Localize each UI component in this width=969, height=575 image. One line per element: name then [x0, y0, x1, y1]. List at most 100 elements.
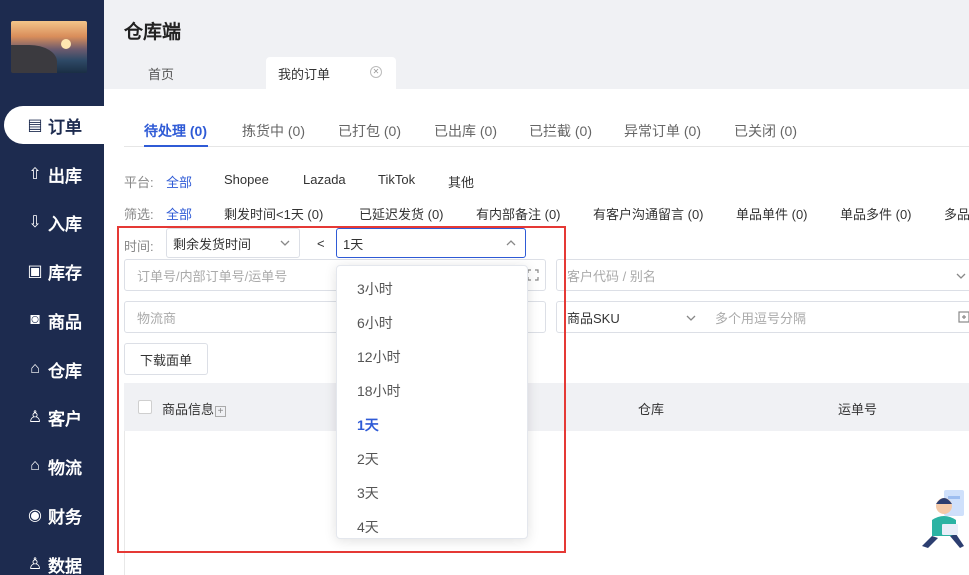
- tab-packed[interactable]: 已打包 (0): [338, 121, 401, 141]
- col-warehouse: 仓库: [638, 402, 665, 417]
- col-tracking-number: 运单号: [838, 402, 878, 417]
- dropdown-option-6h[interactable]: 6小时: [337, 306, 527, 340]
- operator-less-than: <: [317, 236, 325, 251]
- bag-icon: ◙: [30, 311, 40, 328]
- screen-internal-note[interactable]: 有内部备注 (0): [476, 204, 561, 222]
- sidebar-item-label: 出库: [48, 166, 82, 186]
- platform-filter: 平台: 全部 Shopee Lazada TikTok 其他: [124, 170, 969, 190]
- platform-other[interactable]: 其他: [448, 172, 474, 191]
- time-label: 时间:: [124, 239, 154, 254]
- col-product-info: 商品信息 +: [162, 399, 227, 418]
- dropdown-option-1d[interactable]: 1天: [337, 408, 527, 442]
- screen-customer-message[interactable]: 有客户沟通留言 (0): [593, 204, 704, 222]
- dropdown-option-12h[interactable]: 12小时: [337, 340, 527, 374]
- time-type-value: 剩余发货时间: [173, 236, 252, 252]
- platform-shopee[interactable]: Shopee: [224, 172, 269, 187]
- inventory-icon: ▣: [27, 263, 43, 280]
- sidebar-item-9[interactable]: ♙ 数据: [0, 545, 104, 575]
- sidebar-item-label: 物流: [48, 458, 82, 478]
- tab-my-orders-label: 我的订单: [278, 66, 331, 82]
- screen-multi-item[interactable]: 多品: [944, 204, 969, 222]
- sku-input[interactable]: 多个用逗号分隔: [705, 301, 969, 333]
- time-value-dropdown: 3小时 6小时 12小时 18小时 1天 2天 3天 4天: [336, 265, 528, 539]
- sidebar-item-label: 商品: [48, 312, 82, 332]
- sidebar: ▤ 订单 ⇧ 出库 ⇩ 入库 ▣ 库存 ◙ 商品 ⌂ 仓库 ♙ 客户 ⌂ 物流 ◉ 财务 ♙ 数据: [0, 0, 108, 575]
- sidebar-item-label: 财务: [48, 507, 82, 527]
- tab-exception[interactable]: 异常订单 (0): [624, 121, 701, 141]
- platform-lazada[interactable]: Lazada: [303, 172, 346, 187]
- header: 仓库端 首页 我的订单 ✕: [104, 0, 969, 89]
- platform-tiktok[interactable]: TikTok: [378, 172, 415, 187]
- expand-icon[interactable]: [958, 311, 969, 323]
- chevron-up-icon: [506, 240, 516, 246]
- sidebar-item-0[interactable]: ▤ 订单: [4, 106, 108, 144]
- table-header: 商品信息 + 仓库 运单号: [124, 383, 969, 431]
- customer-select[interactable]: 客户代码 / 别名: [556, 259, 969, 291]
- download-label-button[interactable]: 下载面单: [124, 343, 208, 375]
- screen-single-item-single[interactable]: 单品单件 (0): [736, 204, 808, 222]
- screen-all[interactable]: 全部: [166, 204, 192, 222]
- select-all-checkbox[interactable]: [138, 400, 152, 414]
- user-icon: ♙: [27, 409, 43, 426]
- dropdown-option-3d[interactable]: 3天: [337, 476, 527, 510]
- empty-state-illustration: [922, 490, 964, 548]
- time-value: 1天: [343, 236, 364, 252]
- logistics-icon: ⌂: [30, 457, 40, 474]
- expand-plus-icon[interactable]: +: [215, 406, 227, 417]
- chevron-down-icon: [686, 315, 696, 321]
- clipboard-icon: ▤: [27, 117, 43, 134]
- sku-placeholder: 多个用逗号分隔: [715, 310, 807, 326]
- sidebar-item-5[interactable]: ⌂ 仓库: [0, 350, 104, 388]
- sidebar-item-3[interactable]: ▣ 库存: [0, 252, 104, 290]
- finance-icon: ◉: [28, 507, 42, 524]
- dropdown-option-2d[interactable]: 2天: [337, 442, 527, 476]
- logo-image: [11, 21, 87, 73]
- sidebar-item-label: 订单: [48, 117, 82, 137]
- order-search-placeholder: 订单号/内部订单号/运单号: [137, 268, 288, 284]
- tab-my-orders[interactable]: 我的订单 ✕: [266, 57, 396, 89]
- sidebar-item-label: 数据: [48, 556, 82, 575]
- tab-picking[interactable]: 拣货中 (0): [242, 121, 305, 141]
- sku-type-value: 商品SKU: [567, 310, 620, 326]
- tab-pending[interactable]: 待处理 (0): [144, 121, 207, 141]
- data-icon: ♙: [27, 556, 43, 573]
- sku-type-select[interactable]: 商品SKU: [556, 301, 706, 333]
- chevron-down-icon: [956, 273, 966, 279]
- screen-ship-lt-1day[interactable]: 剩发时间<1天 (0): [224, 204, 323, 222]
- carrier-placeholder: 物流商: [137, 310, 177, 326]
- screen-delayed[interactable]: 已延迟发货 (0): [359, 204, 444, 222]
- screen-filter: 筛选: 全部 剩发时间<1天 (0) 已延迟发货 (0) 有内部备注 (0) 有…: [124, 202, 969, 222]
- dropdown-option-18h[interactable]: 18小时: [337, 374, 527, 408]
- sidebar-item-6[interactable]: ♙ 客户: [0, 398, 104, 436]
- scan-icon[interactable]: [527, 269, 539, 281]
- screen-single-item-multi[interactable]: 单品多件 (0): [840, 204, 912, 222]
- sidebar-item-7[interactable]: ⌂ 物流: [0, 447, 104, 485]
- time-type-select[interactable]: 剩余发货时间: [166, 228, 300, 258]
- platform-label: 平台:: [124, 175, 154, 190]
- time-value-select[interactable]: 1天: [336, 228, 526, 258]
- tab-home[interactable]: 首页: [124, 57, 248, 89]
- sidebar-item-4[interactable]: ◙ 商品: [0, 301, 104, 339]
- customer-placeholder: 客户代码 / 别名: [567, 268, 656, 284]
- sidebar-item-8[interactable]: ◉ 财务: [0, 496, 104, 534]
- chevron-down-icon: [280, 240, 290, 246]
- dropdown-arrow: [428, 266, 444, 273]
- sidebar-item-1[interactable]: ⇧ 出库: [0, 155, 104, 193]
- tab-closed[interactable]: 已关闭 (0): [734, 121, 797, 141]
- dropdown-option-4d[interactable]: 4天: [337, 510, 527, 538]
- sidebar-item-2[interactable]: ⇩ 入库: [0, 203, 104, 241]
- inbound-icon: ⇩: [28, 214, 42, 231]
- platform-all[interactable]: 全部: [166, 172, 192, 191]
- status-tabs: 待处理 (0) 拣货中 (0) 已打包 (0) 已出库 (0) 已拦截 (0) …: [124, 117, 969, 147]
- close-icon[interactable]: ✕: [370, 66, 382, 78]
- outbound-icon: ⇧: [28, 166, 42, 183]
- table-body-border: [124, 431, 125, 575]
- sidebar-item-label: 仓库: [48, 361, 82, 381]
- tab-intercepted[interactable]: 已拦截 (0): [529, 121, 592, 141]
- dropdown-option-3h[interactable]: 3小时: [337, 272, 527, 306]
- warehouse-icon: ⌂: [30, 360, 40, 377]
- tab-shipped[interactable]: 已出库 (0): [434, 121, 497, 141]
- sidebar-item-label: 客户: [48, 409, 82, 429]
- active-tab-underline: [144, 145, 208, 147]
- app-title: 仓库端: [124, 22, 182, 43]
